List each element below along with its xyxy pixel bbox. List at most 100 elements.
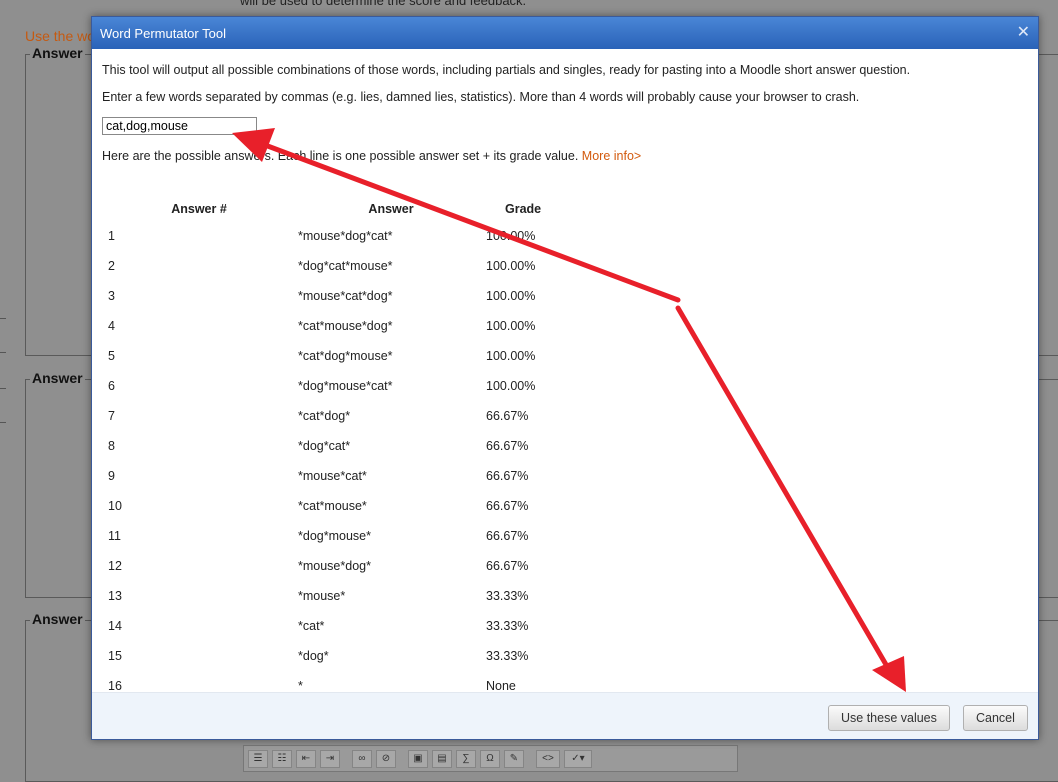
- answer-legend-2: Answer: [30, 370, 85, 386]
- answer-cell: *cat*mouse*: [298, 499, 367, 513]
- answer-cell: *mouse*cat*: [298, 469, 367, 483]
- table-row: 11 *dog*mouse* 66.67%: [102, 521, 586, 551]
- answer-number-cell: 11: [108, 529, 121, 543]
- grade-cell: 66.67%: [486, 439, 529, 453]
- bullet-list-icon[interactable]: ☰: [248, 749, 268, 768]
- table-row: 13 *mouse* 33.33%: [102, 581, 586, 611]
- omega-icon[interactable]: Ω: [480, 749, 500, 768]
- answer-number-cell: 15: [108, 649, 122, 663]
- more-info-link[interactable]: More info>: [582, 149, 641, 163]
- column-header-answer: Answer: [368, 202, 414, 216]
- answer-number-cell: 14: [108, 619, 122, 633]
- table-row: 15 *dog* 33.33%: [102, 641, 586, 671]
- answer-cell: *cat*: [298, 619, 325, 633]
- dialog-footer: Use these values Cancel: [92, 692, 1038, 739]
- answer-number-cell: 9: [108, 469, 115, 483]
- grade-cell: 66.67%: [486, 559, 529, 573]
- answer-number-cell: 8: [108, 439, 115, 453]
- answers-table: Answer # Answer Grade 1 *mouse*dog*cat* 10…: [102, 197, 586, 701]
- result-text-line: Here are the possible answers. Each line…: [102, 149, 1028, 163]
- table-row: 7 *cat*dog* 66.67%: [102, 401, 586, 431]
- dialog-titlebar[interactable]: Word Permutator Tool ✕: [92, 17, 1038, 49]
- editor-toolbar: ☰ ☷ ⇤ ⇥ ∞ ⊘ ▣ ▤ ∑ Ω ✎ <> ✓▾: [243, 745, 738, 772]
- answer-cell: *mouse*cat*dog*: [298, 289, 393, 303]
- close-icon[interactable]: ✕: [1017, 25, 1030, 41]
- grade-cell: 100.00%: [486, 349, 536, 363]
- grade-cell: 100.00%: [486, 319, 536, 333]
- margin-tick: [0, 318, 6, 319]
- spellcheck-icon[interactable]: ✓▾: [564, 749, 592, 768]
- edit-icon[interactable]: ✎: [504, 749, 524, 768]
- grade-cell: 100.00%: [486, 259, 536, 273]
- table-row: 1 *mouse*dog*cat* 100.00%: [102, 221, 586, 251]
- background-top-text: will be used to determine the score and …: [240, 0, 527, 8]
- table-row: 8 *dog*cat* 66.67%: [102, 431, 586, 461]
- margin-tick: [0, 388, 6, 389]
- answer-cell: *mouse*dog*cat*: [298, 229, 393, 243]
- words-input-wrapper: [102, 117, 1028, 135]
- answer-cell: *dog*cat*: [298, 439, 351, 453]
- answer-number-cell: 4: [108, 319, 115, 333]
- answer-legend-1: Answer: [30, 45, 85, 61]
- table-row: 5 *cat*dog*mouse* 100.00%: [102, 341, 586, 371]
- cancel-button[interactable]: Cancel: [963, 705, 1028, 731]
- math-icon[interactable]: ∑: [456, 749, 476, 768]
- answer-number-cell: 7: [108, 409, 115, 423]
- grade-cell: 66.67%: [486, 469, 529, 483]
- tool-instruction: Enter a few words separated by commas (e…: [102, 90, 860, 104]
- answer-number-cell: 1: [108, 229, 115, 243]
- answer-number-cell: 2: [108, 259, 115, 273]
- answer-cell: *dog*mouse*cat*: [298, 379, 393, 393]
- grade-cell: 66.67%: [486, 529, 529, 543]
- numbered-list-icon[interactable]: ☷: [272, 749, 292, 768]
- unlink-icon[interactable]: ⊘: [376, 749, 396, 768]
- answer-cell: *dog*cat*mouse*: [298, 259, 393, 273]
- words-input[interactable]: [102, 117, 257, 135]
- answer-number-cell: 5: [108, 349, 115, 363]
- answer-cell: *dog*mouse*: [298, 529, 371, 543]
- table-row: 3 *mouse*cat*dog* 100.00%: [102, 281, 586, 311]
- margin-tick: [0, 352, 6, 353]
- answer-number-cell: 13: [108, 589, 122, 603]
- table-row: 6 *dog*mouse*cat* 100.00%: [102, 371, 586, 401]
- column-header-grade: Grade: [505, 202, 542, 216]
- table-row: 10 *cat*mouse* 66.67%: [102, 491, 586, 521]
- background-use-text: Use the wo: [25, 28, 96, 44]
- table-row: 2 *dog*cat*mouse* 100.00%: [102, 251, 586, 281]
- answer-cell: *cat*mouse*dog*: [298, 319, 393, 333]
- column-header-answer-number: Answer #: [171, 202, 227, 216]
- word-permutator-dialog: Word Permutator Tool ✕ This tool will ou…: [91, 16, 1039, 740]
- html-icon[interactable]: <>: [536, 749, 560, 768]
- answer-cell: *cat*dog*: [298, 409, 351, 423]
- grade-cell: 100.00%: [486, 379, 536, 393]
- tool-description: This tool will output all possible combi…: [102, 63, 911, 77]
- grade-cell: 66.67%: [486, 499, 529, 513]
- table-row: 9 *mouse*cat* 66.67%: [102, 461, 586, 491]
- outdent-icon[interactable]: ⇤: [296, 749, 316, 768]
- grade-cell: 33.33%: [486, 589, 529, 603]
- table-header-row: Answer # Answer Grade: [102, 197, 586, 221]
- table-row: 12 *mouse*dog* 66.67%: [102, 551, 586, 581]
- table-row: 4 *cat*mouse*dog* 100.00%: [102, 311, 586, 341]
- grade-cell: 100.00%: [486, 289, 536, 303]
- use-these-values-button[interactable]: Use these values: [828, 705, 950, 731]
- media-icon[interactable]: ▤: [432, 749, 452, 768]
- answer-cell: *cat*dog*mouse*: [298, 349, 393, 363]
- answer-number-cell: 12: [108, 559, 122, 573]
- answer-number-cell: 6: [108, 379, 115, 393]
- answer-number-cell: 10: [108, 499, 122, 513]
- link-icon[interactable]: ∞: [352, 749, 372, 768]
- answer-cell: *mouse*: [298, 589, 346, 603]
- grade-cell: 100.00%: [486, 229, 536, 243]
- result-text: Here are the possible answers. Each line…: [102, 149, 579, 163]
- answer-cell: *dog*: [298, 649, 329, 663]
- grade-cell: 33.33%: [486, 649, 529, 663]
- dialog-body: This tool will output all possible combi…: [92, 49, 1038, 709]
- answer-number-cell: 3: [108, 289, 115, 303]
- grade-cell: 33.33%: [486, 619, 529, 633]
- image-icon[interactable]: ▣: [408, 749, 428, 768]
- answer-cell: *mouse*dog*: [298, 559, 371, 573]
- margin-tick: [0, 422, 6, 423]
- indent-icon[interactable]: ⇥: [320, 749, 340, 768]
- grade-cell: 66.67%: [486, 409, 529, 423]
